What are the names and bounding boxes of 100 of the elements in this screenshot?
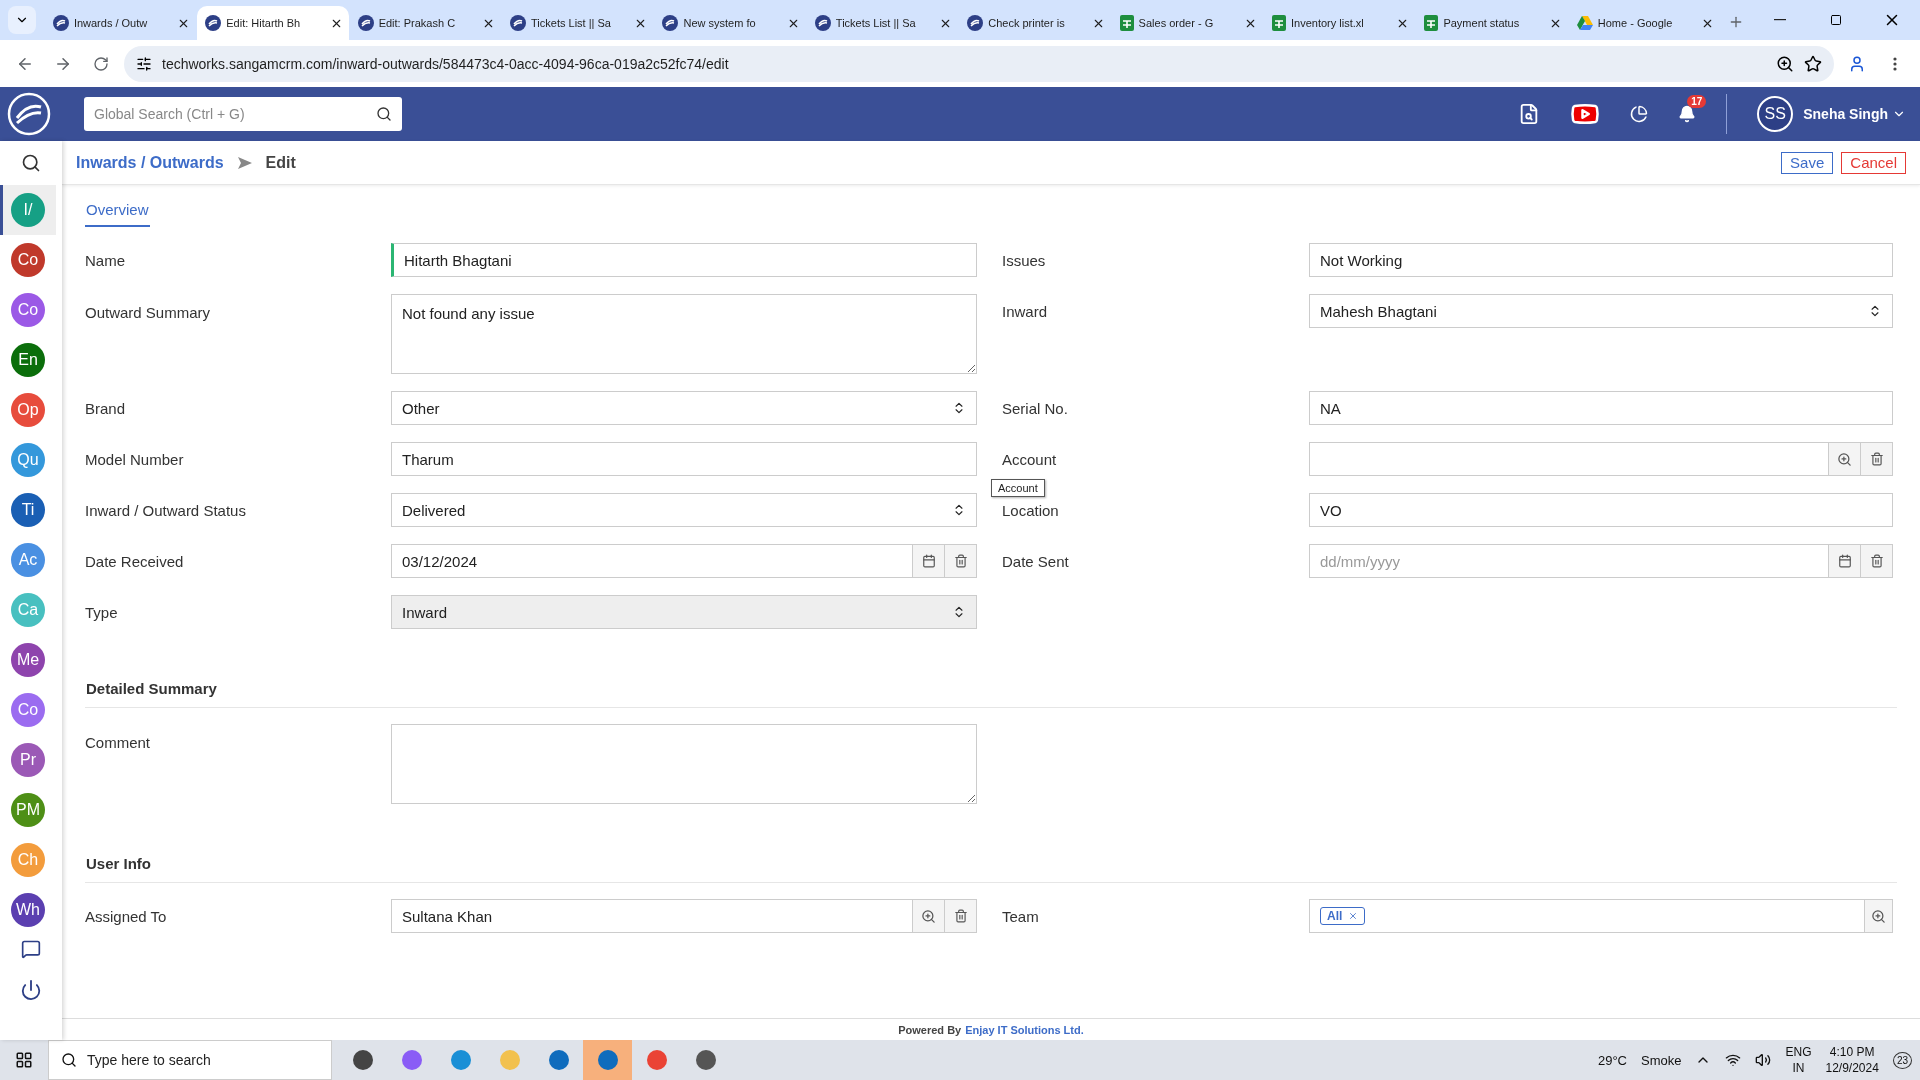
module-item[interactable]: PM <box>0 785 56 835</box>
input-field[interactable]: Hitarth Bhagtani <box>391 243 977 277</box>
search-button[interactable] <box>912 900 944 932</box>
region-text[interactable]: IN <box>1792 1060 1805 1076</box>
delete-button[interactable] <box>944 900 976 932</box>
site-settings-icon[interactable] <box>136 55 152 72</box>
search-icon[interactable] <box>376 106 392 122</box>
user-avatar[interactable]: SS <box>1757 96 1794 132</box>
module-item[interactable]: En <box>0 335 56 385</box>
search-icon <box>61 1052 77 1068</box>
minimize-icon <box>1774 19 1787 21</box>
delete-button[interactable] <box>1860 443 1892 475</box>
tab-title: Sales order - G <box>1138 17 1215 29</box>
browser-tab[interactable]: Tickets List || Sa <box>806 6 959 40</box>
restore-icon <box>1830 14 1843 26</box>
date-input[interactable]: dd/mm/yyyy <box>1320 552 1828 570</box>
module-item[interactable]: Me <box>0 635 56 685</box>
module-item[interactable]: Op <box>0 385 56 435</box>
input-field[interactable]: Tharum <box>391 442 977 476</box>
language-text[interactable]: ENG <box>1785 1044 1812 1060</box>
lookup-field[interactable]: Sultana Khan <box>391 899 977 933</box>
module-item[interactable]: Co <box>0 285 56 335</box>
browser-tab[interactable]: Sales order - G <box>1111 6 1263 40</box>
field-label: Team <box>1002 907 1039 925</box>
address-bar[interactable]: techworks.sangamcrm.com/inward-outwards/584473c4-0acc-4094-96ca-019a2c52fc74/edit <box>124 45 1834 82</box>
calendar-button[interactable] <box>1828 545 1860 577</box>
tag-field[interactable]: All <box>1309 899 1893 933</box>
cancel-button[interactable]: Cancel <box>1841 151 1906 174</box>
module-avatar: Ac <box>11 543 45 577</box>
trash-icon <box>953 909 968 923</box>
company-link[interactable]: Enjay IT Solutions Ltd. <box>965 1023 1084 1036</box>
search-button[interactable] <box>1864 900 1892 932</box>
user-menu[interactable]: Sneha Singh <box>1803 106 1906 122</box>
notification-icon[interactable] <box>1678 105 1697 123</box>
breadcrumb-link[interactable]: Inwards / Outwards <box>76 153 224 172</box>
browser-tab[interactable]: Edit: Prakash C <box>349 6 502 40</box>
team-tag: All <box>1320 907 1366 925</box>
field-label: Type <box>85 603 118 621</box>
delete-button[interactable] <box>944 545 976 577</box>
site-icon <box>967 15 984 31</box>
site-icon <box>662 15 679 31</box>
module-item[interactable]: Ti <box>0 485 56 535</box>
drive-icon <box>1576 16 1593 30</box>
browser-tab[interactable]: Tickets List || Sa <box>502 6 654 40</box>
date-field[interactable]: dd/mm/yyyy <box>1309 544 1893 578</box>
tab-title: Check printer is <box>988 17 1066 29</box>
module-item[interactable]: Pr <box>0 735 56 785</box>
browser-tab[interactable]: Check printer is <box>959 6 1111 40</box>
power-icon[interactable] <box>20 979 42 1001</box>
chat-icon[interactable] <box>21 939 41 959</box>
browser-tab[interactable]: Inwards / Outw <box>44 6 197 40</box>
select-field[interactable]: Other <box>391 391 977 425</box>
date-field[interactable]: 03/12/2024 <box>391 544 977 578</box>
calendar-button[interactable] <box>912 545 944 577</box>
module-item[interactable]: Co <box>0 685 56 735</box>
search-icon <box>1837 451 1852 467</box>
volume-icon[interactable] <box>1755 1052 1772 1068</box>
browser-tab[interactable]: Payment status <box>1416 6 1568 40</box>
wifi-icon[interactable] <box>1725 1052 1742 1068</box>
tooltip: Account <box>991 479 1045 497</box>
search-button[interactable] <box>1828 443 1860 475</box>
text-area[interactable]: Not found any issue <box>391 294 977 374</box>
module-avatar: Ch <box>11 843 45 877</box>
browser-tab[interactable]: Home - Google <box>1568 6 1721 40</box>
save-button[interactable]: Save <box>1781 151 1834 174</box>
search-icon[interactable] <box>21 153 41 173</box>
delete-button[interactable] <box>1860 545 1892 577</box>
field-label: Name <box>85 251 125 269</box>
zoom-icon[interactable] <box>1776 54 1794 73</box>
lookup-field[interactable] <box>1309 442 1893 476</box>
module-avatar: Ti <box>11 493 45 527</box>
module-avatar: I/ <box>11 193 45 227</box>
input-field[interactable]: NA <box>1309 391 1893 425</box>
module-item[interactable]: Co <box>0 235 56 285</box>
select-field[interactable]: Delivered <box>391 493 977 527</box>
logo-icon[interactable] <box>6 91 52 137</box>
input-field[interactable]: Not Working <box>1309 243 1893 277</box>
input-field[interactable]: VO <box>1309 493 1893 527</box>
module-avatar: Op <box>11 393 45 427</box>
clock-time[interactable]: 4:10 PM <box>1829 1044 1875 1060</box>
site-icon <box>357 15 374 31</box>
browser-tab[interactable]: Edit: Hitarth Bh <box>197 6 349 40</box>
global-search-field[interactable]: Global Search (Ctrl + G) <box>84 97 402 131</box>
spreadsheet-icon <box>1119 15 1134 31</box>
remove-icon[interactable] <box>1348 911 1359 921</box>
module-item[interactable]: Wh <box>0 885 56 935</box>
date-input[interactable]: 03/12/2024 <box>402 552 912 570</box>
clock-date[interactable]: 12/9/2024 <box>1825 1060 1879 1076</box>
tab-title: Tickets List || Sa <box>531 17 612 29</box>
bookmark-icon[interactable] <box>1804 54 1822 73</box>
select-field[interactable]: Mahesh Bhagtani <box>1309 294 1893 328</box>
tab-title: Edit: Prakash C <box>378 17 457 29</box>
browser-tab[interactable]: Inventory list.xl <box>1264 6 1416 40</box>
module-avatar: Wh <box>11 893 45 927</box>
lookup-input[interactable]: Sultana Khan <box>402 907 912 925</box>
chart-icon[interactable] <box>1630 105 1649 123</box>
field-label: Outward Summary <box>85 303 211 321</box>
browser-tab[interactable]: New system fo <box>654 6 806 40</box>
section-tab[interactable]: Overview <box>85 195 150 227</box>
taskbar-search-field[interactable]: Type here to search <box>48 1040 332 1080</box>
